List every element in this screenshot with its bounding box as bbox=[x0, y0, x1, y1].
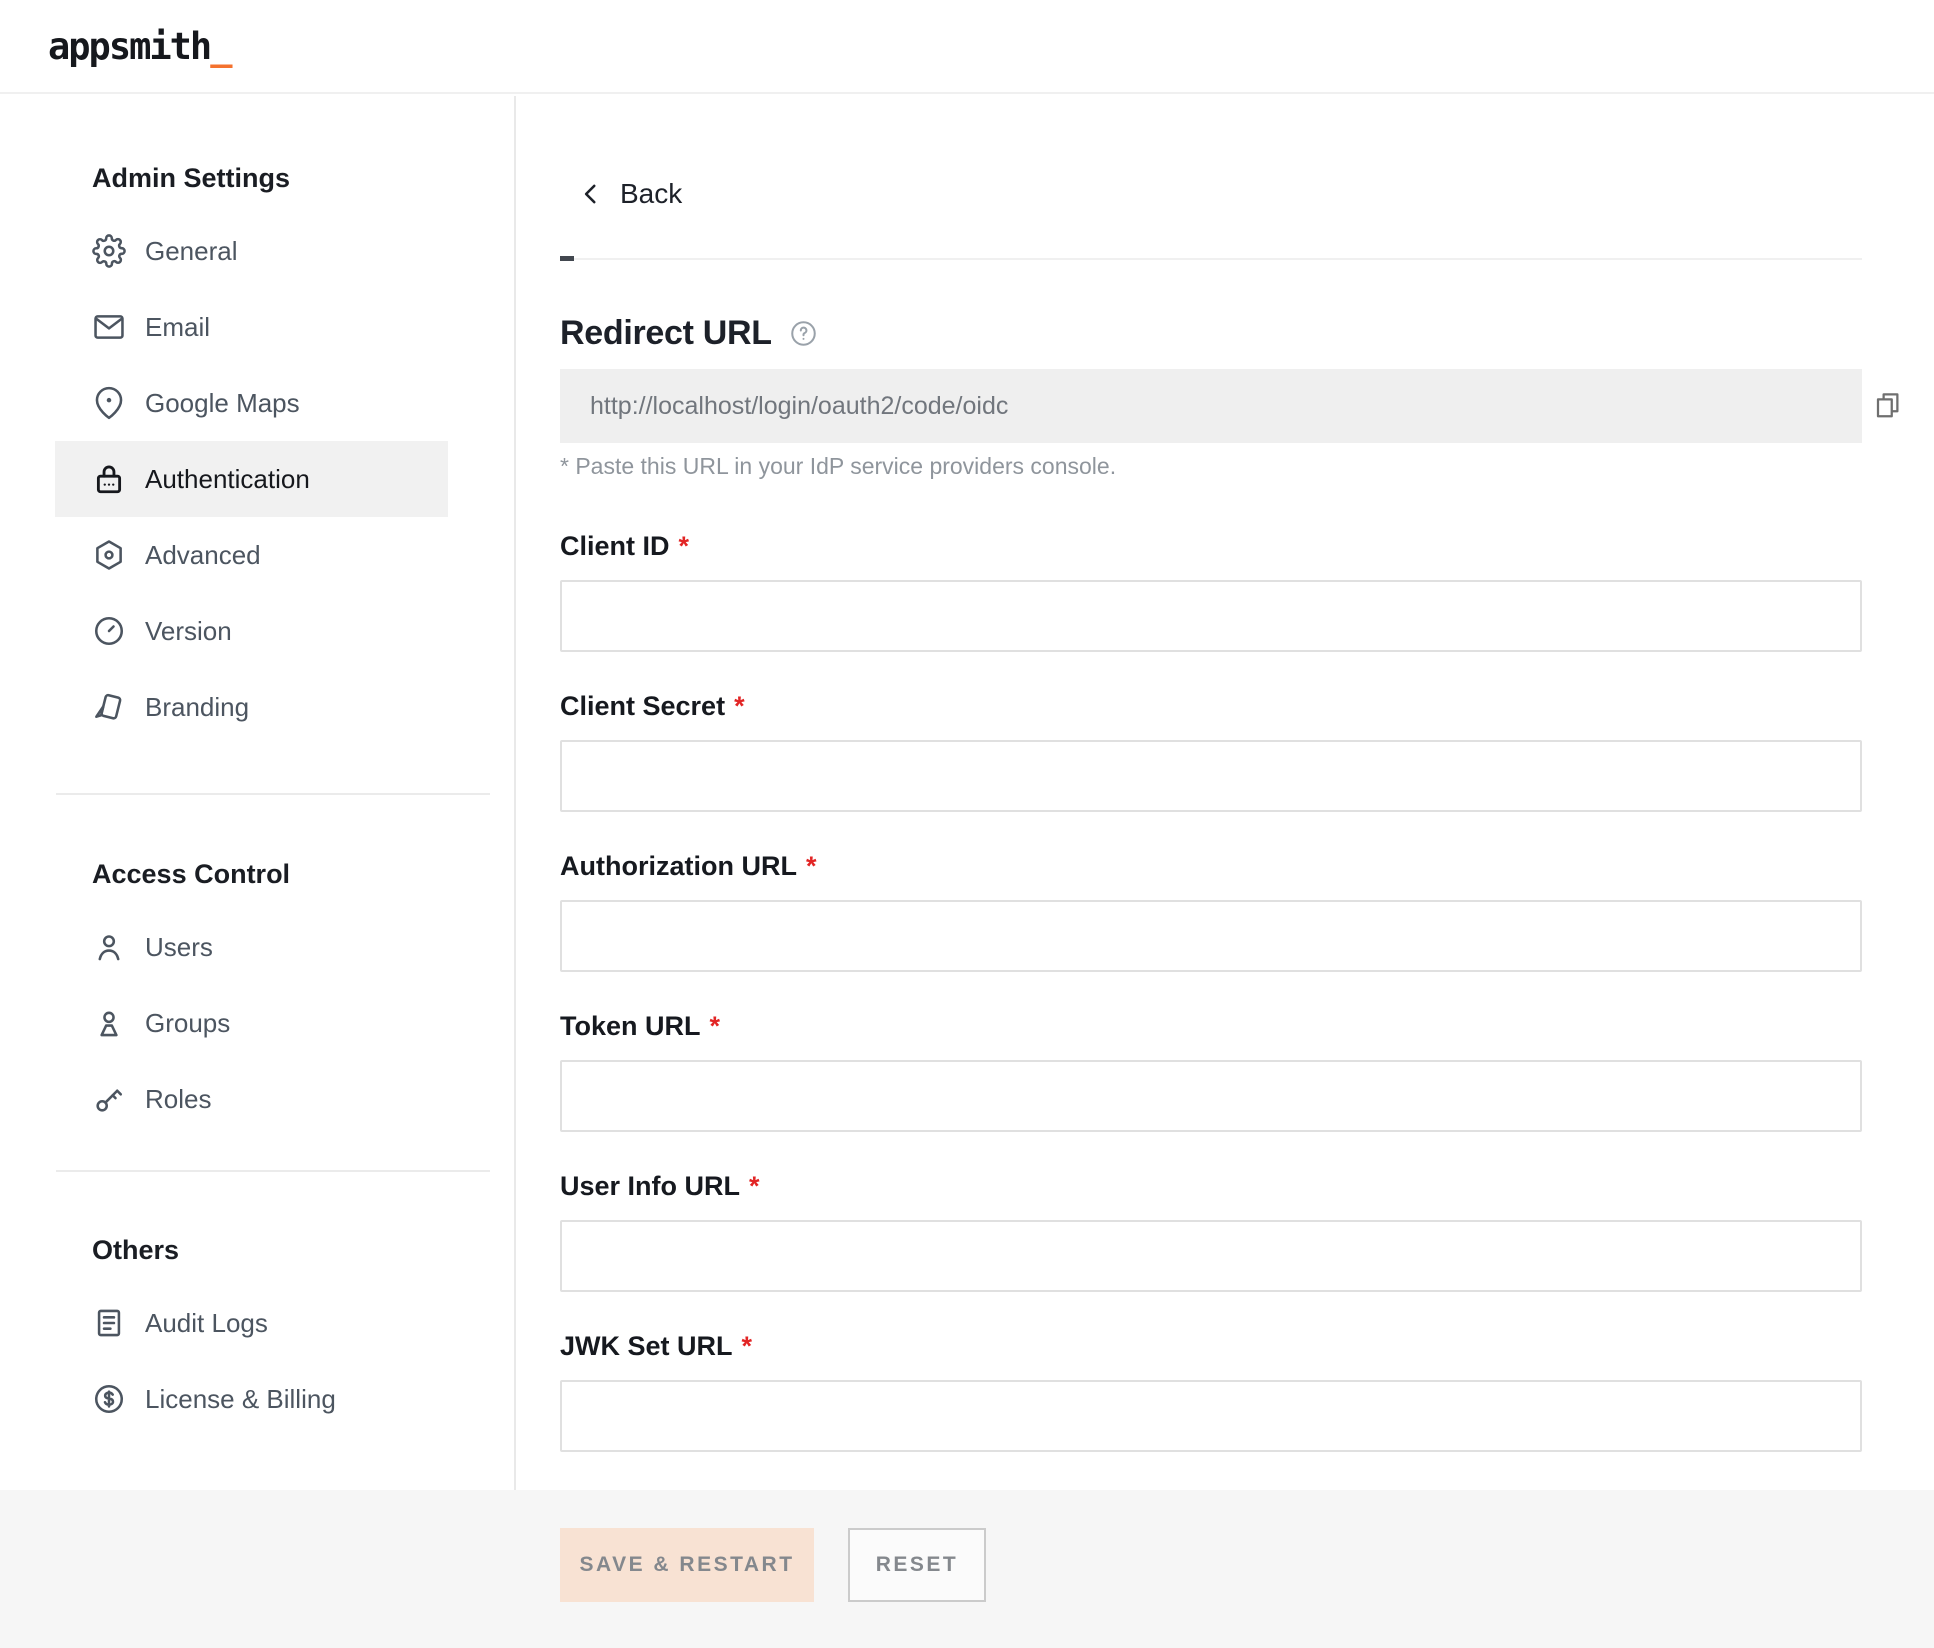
key-icon bbox=[92, 1082, 126, 1116]
field-label-client-id: Client ID * bbox=[560, 530, 1862, 562]
sidebar-section-others: Others bbox=[92, 1234, 514, 1266]
tab-underline-indicator bbox=[560, 256, 574, 261]
redirect-url-row bbox=[560, 369, 1862, 443]
required-marker: * bbox=[710, 1010, 721, 1042]
sidebar-item-general[interactable]: General bbox=[55, 213, 448, 289]
required-marker: * bbox=[679, 530, 690, 562]
user-icon bbox=[92, 930, 126, 964]
field-label-user-info-url: User Info URL * bbox=[560, 1170, 1862, 1202]
gear-icon bbox=[92, 234, 126, 268]
section-title: Redirect URL bbox=[560, 314, 772, 353]
jwk-set-url-input[interactable] bbox=[560, 1380, 1862, 1452]
sidebar-item-branding[interactable]: Branding bbox=[55, 669, 448, 745]
back-button[interactable]: Back bbox=[578, 178, 682, 210]
sidebar-item-label: Google Maps bbox=[145, 388, 300, 419]
token-url-input[interactable] bbox=[560, 1060, 1862, 1132]
sidebar-item-authentication[interactable]: Authentication bbox=[55, 441, 448, 517]
client-secret-input[interactable] bbox=[560, 740, 1862, 812]
sidebar-item-version[interactable]: Version bbox=[55, 593, 448, 669]
sidebar-item-license-billing[interactable]: License & Billing bbox=[55, 1361, 448, 1437]
appsmith-logo: appsmith_ bbox=[48, 25, 233, 68]
redirect-url-hint: * Paste this URL in your IdP service pro… bbox=[560, 453, 1862, 480]
field-label-token-url: Token URL * bbox=[560, 1010, 1862, 1042]
user-info-url-input[interactable] bbox=[560, 1220, 1862, 1292]
sidebar-item-google-maps[interactable]: Google Maps bbox=[55, 365, 448, 441]
redirect-url-input[interactable] bbox=[560, 369, 1862, 443]
app-header: appsmith_ bbox=[0, 0, 1934, 94]
map-pin-icon bbox=[92, 386, 126, 420]
sidebar-section-access-control: Access Control bbox=[92, 858, 514, 890]
sidebar-item-audit-logs[interactable]: Audit Logs bbox=[55, 1285, 448, 1361]
field-label-authorization-url: Authorization URL * bbox=[560, 850, 1862, 882]
sidebar-item-label: Email bbox=[145, 312, 210, 343]
field-label-client-secret: Client Secret * bbox=[560, 690, 1862, 722]
sidebar-item-label: Audit Logs bbox=[145, 1308, 268, 1339]
lock-icon bbox=[92, 462, 126, 496]
main-content: Back Redirect URL * Paste this URL in yo… bbox=[518, 94, 1934, 1648]
sidebar-item-label: Version bbox=[145, 616, 232, 647]
sidebar-item-label: Authentication bbox=[145, 464, 310, 495]
logo-underscore: _ bbox=[210, 25, 232, 68]
required-marker: * bbox=[749, 1170, 760, 1202]
flag-icon bbox=[92, 690, 126, 724]
save-bar-buttons: SAVE & RESTART RESET bbox=[560, 1528, 1934, 1602]
document-icon bbox=[92, 1306, 126, 1340]
logo-text: appsmith bbox=[48, 25, 210, 68]
chevron-left-icon bbox=[578, 181, 604, 207]
field-label-jwk-set-url: JWK Set URL * bbox=[560, 1330, 1862, 1362]
sidebar-item-groups[interactable]: Groups bbox=[55, 985, 448, 1061]
client-id-input[interactable] bbox=[560, 580, 1862, 652]
copy-icon bbox=[1873, 390, 1903, 420]
settings-sidebar: Admin Settings General Email Google Maps… bbox=[0, 96, 516, 1490]
required-marker: * bbox=[734, 690, 745, 722]
sidebar-item-label: Groups bbox=[145, 1008, 230, 1039]
reset-button[interactable]: RESET bbox=[848, 1528, 986, 1602]
sidebar-item-email[interactable]: Email bbox=[55, 289, 448, 365]
sidebar-section-admin-settings: Admin Settings bbox=[92, 162, 514, 194]
sidebar-item-label: General bbox=[145, 236, 238, 267]
sidebar-divider bbox=[56, 1170, 490, 1172]
required-marker: * bbox=[742, 1330, 753, 1362]
save-bar: SAVE & RESTART RESET bbox=[0, 1490, 1934, 1648]
sidebar-item-users[interactable]: Users bbox=[55, 909, 448, 985]
copy-button[interactable] bbox=[1872, 390, 1904, 422]
authorization-url-input[interactable] bbox=[560, 900, 1862, 972]
sidebar-item-label: Branding bbox=[145, 692, 249, 723]
question-circle-icon[interactable] bbox=[790, 320, 817, 347]
sidebar-divider bbox=[56, 793, 490, 795]
others-list: Audit Logs License & Billing bbox=[0, 1285, 514, 1437]
section-divider bbox=[560, 258, 1862, 260]
back-label: Back bbox=[620, 178, 682, 210]
sidebar-item-label: Roles bbox=[145, 1084, 211, 1115]
admin-settings-list: General Email Google Maps Authentication… bbox=[0, 213, 514, 745]
clock-icon bbox=[92, 614, 126, 648]
hexagon-icon bbox=[92, 538, 126, 572]
sidebar-item-label: Advanced bbox=[145, 540, 261, 571]
required-marker: * bbox=[806, 850, 817, 882]
sidebar-item-label: Users bbox=[145, 932, 213, 963]
sidebar-item-advanced[interactable]: Advanced bbox=[55, 517, 448, 593]
sidebar-item-label: License & Billing bbox=[145, 1384, 336, 1415]
save-and-restart-button[interactable]: SAVE & RESTART bbox=[560, 1528, 814, 1602]
dollar-circle-icon bbox=[92, 1382, 126, 1416]
redirect-url-section-header: Redirect URL bbox=[560, 314, 1862, 353]
access-control-list: Users Groups Roles bbox=[0, 909, 514, 1137]
mail-icon bbox=[92, 310, 126, 344]
sidebar-item-roles[interactable]: Roles bbox=[55, 1061, 448, 1137]
group-icon bbox=[92, 1006, 126, 1040]
